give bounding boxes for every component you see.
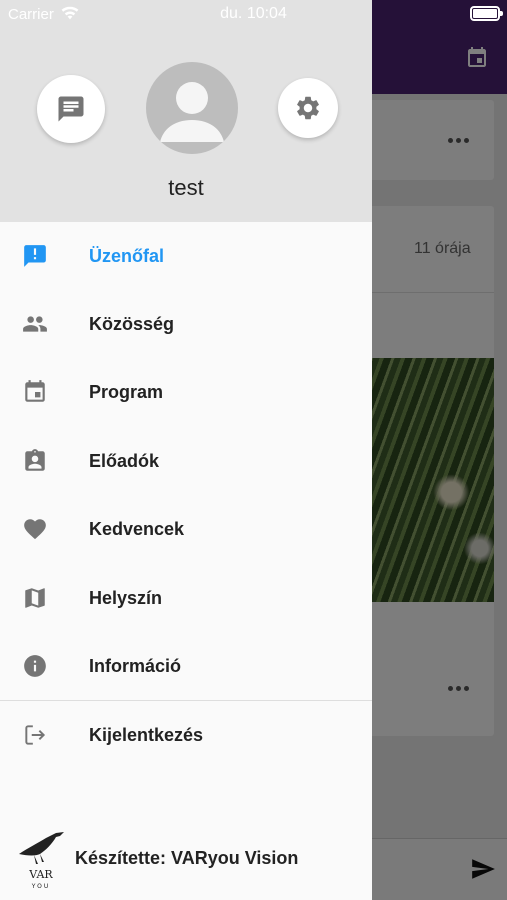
menu-item-label: Helyszín	[89, 587, 163, 608]
logout-label: Kijelentkezés	[89, 724, 204, 745]
credit-text: Készítette: VARyou Vision	[75, 848, 299, 868]
menu-item-label: Előadók	[89, 450, 160, 471]
menu-item-eloadok[interactable]: Előadók	[0, 427, 372, 495]
svg-text:YOU: YOU	[31, 883, 50, 890]
battery-icon	[470, 6, 503, 21]
calendar-icon	[22, 379, 48, 405]
heart-icon	[22, 516, 48, 542]
menu-item-program[interactable]: Program	[0, 358, 372, 426]
gear-icon	[297, 96, 319, 120]
person-icon	[160, 82, 224, 142]
navigation-drawer: test Üzenőfal Közösség Program Előadók K…	[0, 0, 372, 900]
menu-item-helyszin[interactable]: Helyszín	[0, 564, 372, 632]
menu-item-uzenofal[interactable]: Üzenőfal	[0, 222, 372, 290]
logout-button[interactable]: Kijelentkezés	[0, 701, 372, 769]
avatar[interactable]	[146, 62, 238, 154]
settings-button[interactable]	[278, 78, 338, 138]
map-icon	[22, 585, 48, 611]
chat-icon	[58, 96, 84, 122]
info-icon	[22, 653, 48, 679]
status-bar: Carrier du. 10:04	[0, 0, 507, 28]
announcement-icon	[22, 243, 48, 269]
clock: du. 10:04	[220, 5, 287, 22]
menu-item-kedvencek[interactable]: Kedvencek	[0, 495, 372, 563]
menu-item-label: Program	[89, 381, 164, 402]
logout-icon	[22, 722, 48, 748]
messages-button[interactable]	[37, 75, 105, 143]
svg-text:VAR: VAR	[28, 868, 53, 881]
drawer-footer: VAR YOU Készítette: VARyou Vision	[0, 824, 372, 894]
drawer-header: test	[0, 0, 372, 222]
menu-item-informacio[interactable]: Információ	[0, 632, 372, 700]
menu-item-label: Közösség	[89, 313, 175, 334]
menu-item-label: Üzenőfal	[89, 245, 165, 266]
varyou-logo: VAR YOU	[19, 832, 64, 890]
menu-item-label: Információ	[89, 655, 182, 676]
menu-item-label: Kedvencek	[89, 518, 185, 539]
profile-username: test	[168, 175, 204, 200]
menu-item-kozosseg[interactable]: Közösség	[0, 290, 372, 358]
people-icon	[22, 311, 48, 337]
speaker-badge-icon	[22, 448, 48, 474]
